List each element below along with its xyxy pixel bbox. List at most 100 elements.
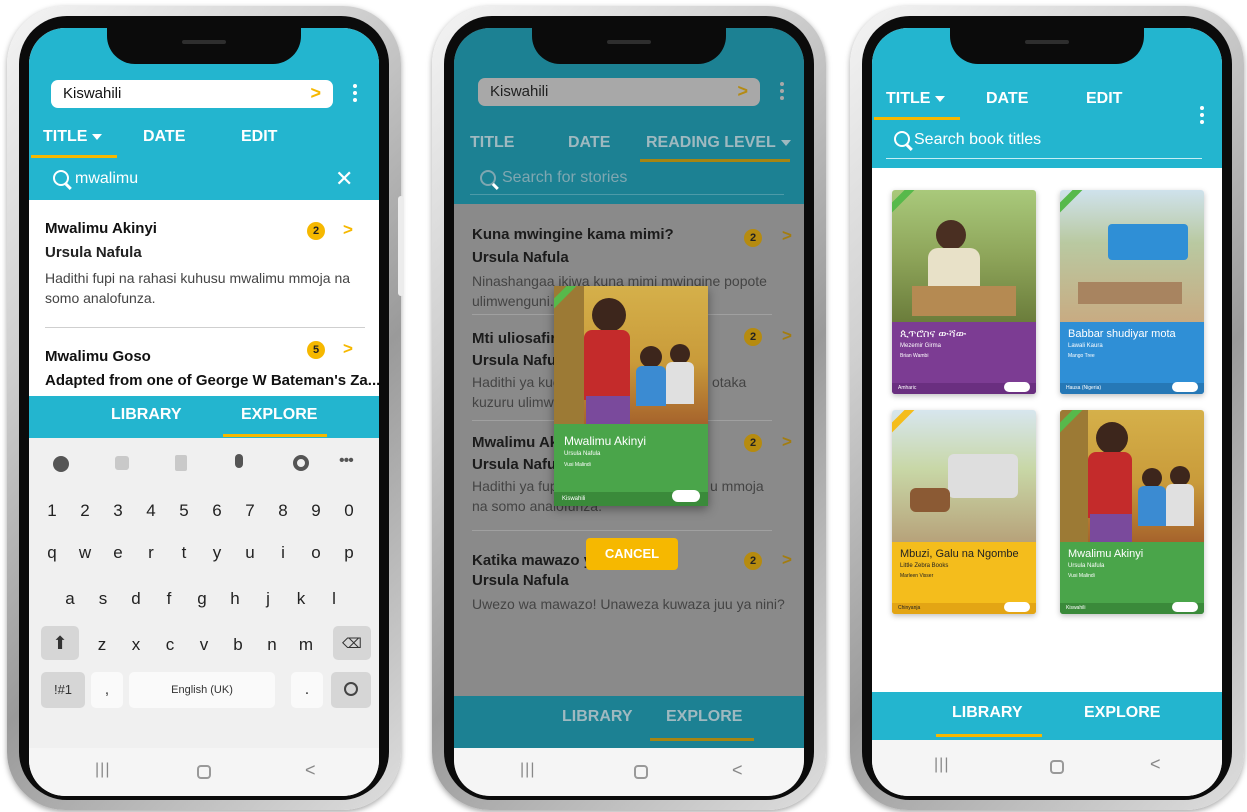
key-7[interactable]: 7 <box>237 496 263 526</box>
microphone-icon[interactable] <box>235 454 243 468</box>
search-input[interactable]: Search for stories <box>502 169 627 187</box>
symbols-key[interactable]: !#1 <box>41 672 85 708</box>
key-o[interactable]: o <box>303 538 329 568</box>
chevron-right-icon[interactable]: > <box>782 226 792 246</box>
chevron-right-icon[interactable]: > <box>782 550 792 570</box>
key-r[interactable]: r <box>138 538 164 568</box>
close-icon[interactable]: ✕ <box>335 166 353 192</box>
key-s[interactable]: s <box>90 584 116 614</box>
tab-title[interactable]: TITLE <box>43 128 103 146</box>
key-e[interactable]: e <box>105 538 131 568</box>
overflow-menu-icon[interactable] <box>1200 106 1204 127</box>
key-n[interactable]: n <box>259 630 285 660</box>
key-c[interactable]: c <box>157 630 183 660</box>
key-4[interactable]: 4 <box>138 496 164 526</box>
comma-key[interactable]: , <box>91 672 123 708</box>
search-key[interactable] <box>331 672 371 708</box>
recent-apps-icon[interactable]: ||| <box>95 761 110 779</box>
key-z[interactable]: z <box>89 630 115 660</box>
overflow-menu-icon[interactable] <box>353 84 357 105</box>
search-input[interactable]: mwalimu <box>75 170 138 188</box>
space-key[interactable]: English (UK) <box>129 672 275 708</box>
bottom-tab-explore[interactable]: EXPLORE <box>1084 704 1160 722</box>
key-j[interactable]: j <box>255 584 281 614</box>
result-title[interactable]: Kuna mwingine kama mimi? <box>472 226 674 243</box>
recent-apps-icon[interactable]: ||| <box>934 756 949 774</box>
book-card[interactable]: Mbuzi, Galu na Ngombe Little Zebra Books… <box>892 410 1036 614</box>
tab-title[interactable]: TITLE <box>886 90 946 108</box>
key-1[interactable]: 1 <box>39 496 65 526</box>
back-icon[interactable]: < <box>1150 754 1161 775</box>
chevron-right-icon[interactable]: > <box>782 326 792 346</box>
cancel-button[interactable]: CANCEL <box>586 538 678 570</box>
key-2[interactable]: 2 <box>72 496 98 526</box>
key-v[interactable]: v <box>191 630 217 660</box>
key-k[interactable]: k <box>288 584 314 614</box>
book-card[interactable]: ጲጥሮስና ውሻው Mezemir Girma Brian Wambi Amha… <box>892 190 1036 394</box>
chevron-right-icon[interactable]: > <box>343 220 353 240</box>
key-q[interactable]: q <box>39 538 65 568</box>
key-m[interactable]: m <box>293 630 319 660</box>
more-options-icon[interactable]: ••• <box>339 452 354 470</box>
key-u[interactable]: u <box>237 538 263 568</box>
bottom-tab-library[interactable]: LIBRARY <box>562 708 633 726</box>
result-title[interactable]: Mwalimu Akinyi <box>45 220 157 237</box>
key-6[interactable]: 6 <box>204 496 230 526</box>
home-icon[interactable] <box>634 765 648 779</box>
period-key[interactable]: . <box>291 672 323 708</box>
shift-key[interactable]: ⬆ <box>41 626 79 660</box>
recent-apps-icon[interactable]: ||| <box>520 761 535 779</box>
key-p[interactable]: p <box>336 538 362 568</box>
backspace-key[interactable]: ⌫ <box>333 626 371 660</box>
bottom-tab-explore[interactable]: EXPLORE <box>241 406 317 424</box>
tab-date[interactable]: DATE <box>986 90 1028 108</box>
search-input[interactable]: Search book titles <box>914 131 1041 149</box>
key-l[interactable]: l <box>321 584 347 614</box>
key-t[interactable]: t <box>171 538 197 568</box>
home-icon[interactable] <box>197 765 211 779</box>
key-d[interactable]: d <box>123 584 149 614</box>
bottom-tab-library[interactable]: LIBRARY <box>952 704 1023 722</box>
book-card[interactable]: Mwalimu Akinyi Ursula Nafula Vusi Malind… <box>1060 410 1204 614</box>
result-title[interactable]: Katika mawazo y <box>472 552 592 569</box>
bottom-tab-library[interactable]: LIBRARY <box>111 406 182 424</box>
sticker-icon[interactable] <box>115 456 129 470</box>
chevron-right-icon[interactable]: > <box>782 432 792 452</box>
result-title[interactable]: Mti uliosafir <box>472 330 556 347</box>
key-g[interactable]: g <box>189 584 215 614</box>
language-selector[interactable]: Kiswahili > <box>478 78 760 106</box>
tab-title[interactable]: TITLE <box>470 134 514 152</box>
tab-edit[interactable]: EDIT <box>1086 90 1122 108</box>
key-8[interactable]: 8 <box>270 496 296 526</box>
result-title[interactable]: Mwalimu Ak <box>472 434 558 451</box>
key-w[interactable]: w <box>72 538 98 568</box>
tab-edit[interactable]: EDIT <box>241 128 277 146</box>
key-5[interactable]: 5 <box>171 496 197 526</box>
key-x[interactable]: x <box>123 630 149 660</box>
gear-icon[interactable] <box>293 455 309 471</box>
emoji-icon[interactable] <box>53 456 69 472</box>
clipboard-icon[interactable] <box>175 455 187 471</box>
key-a[interactable]: a <box>57 584 83 614</box>
language-selector[interactable]: Kiswahili > <box>51 80 333 108</box>
key-0[interactable]: 0 <box>336 496 362 526</box>
home-icon[interactable] <box>1050 760 1064 774</box>
key-9[interactable]: 9 <box>303 496 329 526</box>
back-icon[interactable]: < <box>305 760 316 781</box>
chevron-right-icon[interactable]: > <box>343 339 353 359</box>
key-f[interactable]: f <box>156 584 182 614</box>
key-i[interactable]: i <box>270 538 296 568</box>
key-y[interactable]: y <box>204 538 230 568</box>
key-b[interactable]: b <box>225 630 251 660</box>
result-title[interactable]: Mwalimu Goso <box>45 348 151 365</box>
overflow-menu-icon[interactable] <box>780 82 784 103</box>
key-h[interactable]: h <box>222 584 248 614</box>
bottom-tab-explore[interactable]: EXPLORE <box>666 708 742 726</box>
book-preview-card[interactable]: Mwalimu Akinyi Ursula Nafula Vusi Malind… <box>554 286 708 506</box>
tab-date[interactable]: DATE <box>143 128 185 146</box>
tab-reading-level[interactable]: READING LEVEL <box>646 134 791 152</box>
back-icon[interactable]: < <box>732 760 743 781</box>
tab-date[interactable]: DATE <box>568 134 610 152</box>
book-card[interactable]: Babbar shudiyar mota Lawali Kaura Mango … <box>1060 190 1204 394</box>
key-3[interactable]: 3 <box>105 496 131 526</box>
